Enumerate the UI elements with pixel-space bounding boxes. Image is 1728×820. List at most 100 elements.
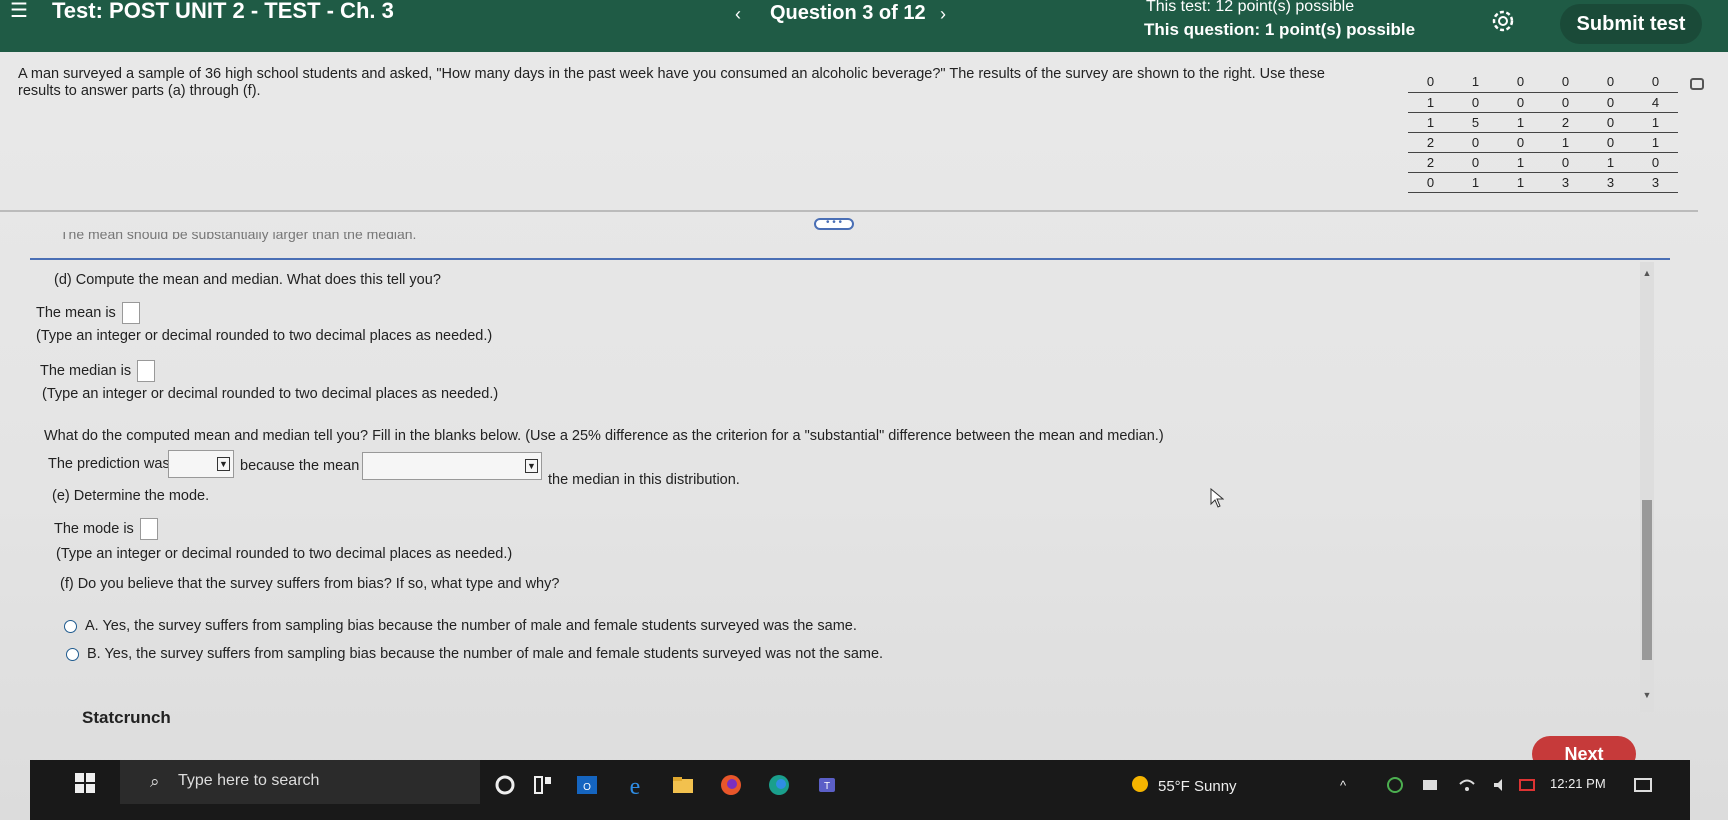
mode-label: The mode is <box>54 520 134 537</box>
mean-input[interactable] <box>121 302 140 324</box>
test-title: Test: POST UNIT 2 - TEST - Ch. 3 <box>52 0 394 23</box>
table-cell: 0 <box>1498 92 1543 113</box>
network-icon[interactable] <box>1386 776 1404 794</box>
table-cell: 1 <box>1453 172 1498 193</box>
scrollbar-thumb[interactable] <box>1642 500 1652 660</box>
table-cell: 0 <box>1588 72 1633 93</box>
popout-icon[interactable] <box>1690 78 1704 90</box>
answer-region-border <box>30 258 1670 260</box>
table-cell: 0 <box>1408 72 1453 93</box>
table-cell: 2 <box>1543 112 1588 133</box>
taskbar: ⌕ Type here to search O e T 55°F Sunny ^… <box>30 760 1690 820</box>
table-row: 010000 <box>1408 72 1678 93</box>
part-d-prompt: (d) Compute the mean and median. What do… <box>54 272 441 288</box>
median-row: The median is <box>40 360 156 382</box>
median-input[interactable] <box>137 360 156 382</box>
volume-icon[interactable] <box>1492 776 1510 794</box>
task-view-icon[interactable] <box>530 772 556 798</box>
table-cell: 0 <box>1633 152 1678 173</box>
survey-data-table: 010000100004151201200101201010011333 <box>1408 72 1678 193</box>
scroll-down-icon[interactable]: ▼ <box>1640 690 1654 700</box>
outlook-icon[interactable]: O <box>574 772 600 798</box>
weather-widget[interactable]: 55°F Sunny <box>1158 778 1237 795</box>
file-explorer-icon[interactable] <box>670 772 696 798</box>
edge-legacy-icon[interactable]: e <box>622 772 648 798</box>
firefox-icon[interactable] <box>718 772 744 798</box>
top-bar: ☰ Test: POST UNIT 2 - TEST - Ch. 3 ‹ Que… <box>0 0 1728 52</box>
notification-icon[interactable] <box>1634 778 1652 792</box>
table-cell: 1 <box>1498 172 1543 193</box>
sun-icon <box>1132 776 1148 792</box>
interpret-prompt: What do the computed mean and median tel… <box>44 428 1164 444</box>
start-icon[interactable] <box>74 772 96 794</box>
table-cell: 1 <box>1408 92 1453 113</box>
previous-answer-fragment: The mean should be substantially larger … <box>60 232 417 242</box>
comparison-dropdown[interactable]: ▼ <box>362 452 542 480</box>
mean-row: The mean is <box>36 302 140 324</box>
resize-handle[interactable]: • • • <box>814 218 854 230</box>
table-row: 100004 <box>1408 92 1678 113</box>
statcrunch-link[interactable]: Statcrunch <box>82 708 171 728</box>
prediction-label: The prediction was <box>48 456 170 472</box>
search-icon: ⌕ <box>150 772 160 791</box>
table-row: 200101 <box>1408 132 1678 153</box>
screen: ☰ Test: POST UNIT 2 - TEST - Ch. 3 ‹ Que… <box>0 0 1728 820</box>
option-b-radio[interactable] <box>66 647 79 661</box>
taskbar-search-box[interactable]: ⌕ Type here to search <box>120 760 480 804</box>
cortana-icon[interactable] <box>492 772 518 798</box>
question-indicator[interactable]: Question 3 of 12 <box>770 2 926 25</box>
table-cell: 5 <box>1453 112 1498 133</box>
table-cell: 1 <box>1633 132 1678 153</box>
table-cell: 1 <box>1543 132 1588 153</box>
table-cell: 0 <box>1408 172 1453 193</box>
median-suffix: the median in this distribution. <box>548 472 740 488</box>
test-points: This test: 12 point(s) possible <box>1146 0 1355 15</box>
table-cell: 0 <box>1588 112 1633 133</box>
table-cell: 0 <box>1453 92 1498 113</box>
because-label: because the mean <box>240 458 360 474</box>
table-cell: 2 <box>1408 152 1453 173</box>
mean-hint: (Type an integer or decimal rounded to t… <box>36 328 493 344</box>
table-cell: 0 <box>1588 92 1633 113</box>
option-a-radio[interactable] <box>64 619 77 633</box>
table-row: 201010 <box>1408 152 1678 173</box>
panel-divider <box>0 210 1698 212</box>
menu-icon[interactable]: ☰ <box>10 0 28 22</box>
median-label: The median is <box>40 362 132 379</box>
mode-input[interactable] <box>139 518 158 540</box>
table-cell: 4 <box>1633 92 1678 113</box>
gear-icon[interactable] <box>1490 8 1516 34</box>
option-a[interactable]: A. Yes, the survey suffers from sampling… <box>64 618 857 634</box>
table-cell: 1 <box>1498 112 1543 133</box>
table-cell: 0 <box>1543 152 1588 173</box>
table-cell: 0 <box>1498 132 1543 153</box>
previous-question-button[interactable]: ‹ <box>735 4 741 25</box>
next-question-button[interactable]: › <box>940 4 946 25</box>
mail-icon[interactable] <box>1518 776 1536 794</box>
table-cell: 1 <box>1498 152 1543 173</box>
table-cell: 3 <box>1588 172 1633 193</box>
battery-icon[interactable] <box>1422 778 1440 792</box>
tray-chevron-icon[interactable]: ^ <box>1340 778 1346 793</box>
wifi-icon[interactable] <box>1458 776 1476 794</box>
dropdown-arrow-icon: ▼ <box>525 459 538 473</box>
submit-test-button[interactable]: Submit test <box>1560 4 1702 44</box>
svg-text:O: O <box>583 782 591 793</box>
option-b[interactable]: B. Yes, the survey suffers from sampling… <box>66 646 883 662</box>
table-row: 151201 <box>1408 112 1678 133</box>
table-cell: 2 <box>1408 132 1453 153</box>
table-cell: 1 <box>1453 72 1498 93</box>
option-a-text: A. Yes, the survey suffers from sampling… <box>85 618 857 634</box>
table-row: 011333 <box>1408 172 1678 193</box>
table-cell: 0 <box>1498 72 1543 93</box>
clock[interactable]: 12:21 PM <box>1550 776 1606 791</box>
table-cell: 0 <box>1453 132 1498 153</box>
mean-label: The mean is <box>36 304 116 321</box>
mouse-cursor-icon <box>1210 488 1224 508</box>
table-cell: 1 <box>1588 152 1633 173</box>
svg-text:T: T <box>824 781 830 792</box>
scroll-up-icon[interactable]: ▲ <box>1640 268 1654 278</box>
prediction-dropdown[interactable]: ▼ <box>168 450 234 478</box>
teams-icon[interactable]: T <box>814 772 840 798</box>
edge-icon[interactable] <box>766 772 792 798</box>
